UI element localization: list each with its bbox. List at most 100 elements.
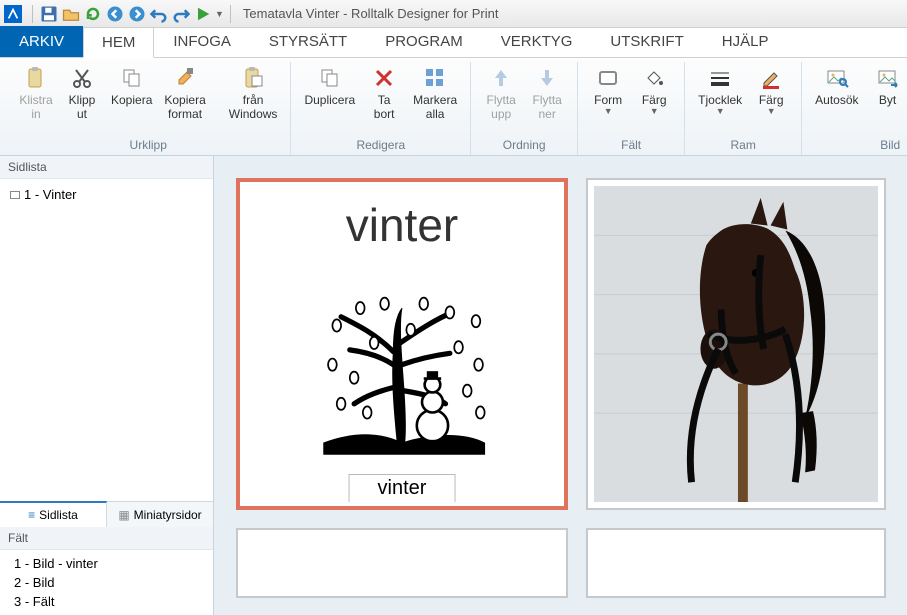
- arrow-up-icon: [488, 65, 514, 91]
- autosearch-button[interactable]: Autosök: [810, 62, 863, 111]
- duplicate-button[interactable]: Duplicera: [299, 62, 360, 111]
- search-image-icon: [824, 65, 850, 91]
- group-frame-label: Ram: [693, 136, 793, 155]
- tab-program[interactable]: PROGRAM: [366, 26, 482, 57]
- card-vinter[interactable]: vinter: [236, 178, 568, 510]
- copy-format-button[interactable]: Kopiera format: [159, 62, 210, 125]
- tab-sidelist[interactable]: ≡ Sidlista: [0, 501, 107, 527]
- page-item-label: 1 - Vinter: [24, 187, 77, 202]
- auto-label: Autosök: [815, 94, 858, 108]
- selectall-icon: [422, 65, 448, 91]
- tab-control[interactable]: STYRSÄTT: [250, 26, 366, 57]
- delete-icon: [371, 65, 397, 91]
- copy-button[interactable]: Kopiera: [106, 62, 157, 111]
- copyfmt-label: Kopiera: [164, 94, 205, 108]
- card-empty-2[interactable]: [586, 528, 886, 598]
- window-title: Tematavla Vinter - Rolltalk Designer for…: [243, 6, 499, 21]
- tab-file[interactable]: ARKIV: [0, 26, 83, 57]
- redo-icon[interactable]: [171, 4, 191, 24]
- up-label: Flytta: [486, 94, 515, 108]
- field-item-label: 1 - Bild - vinter: [14, 556, 98, 571]
- play-icon[interactable]: [193, 4, 213, 24]
- tab-insert[interactable]: INFOGA: [154, 26, 250, 57]
- cut-button[interactable]: Klipp ut: [60, 62, 104, 125]
- undo-icon[interactable]: [149, 4, 169, 24]
- delete-button[interactable]: Ta bort: [362, 62, 406, 125]
- sidelist-header: Sidlista: [0, 156, 213, 179]
- canvas[interactable]: vinter: [214, 156, 907, 615]
- forward-icon[interactable]: [127, 4, 147, 24]
- arrow-down-icon: [534, 65, 560, 91]
- page-item-1[interactable]: 1 - Vinter: [6, 185, 207, 204]
- dup-label: Duplicera: [304, 94, 355, 108]
- grid-icon: ▦: [118, 508, 129, 522]
- del-label: Ta: [378, 94, 391, 108]
- save-icon[interactable]: [39, 4, 59, 24]
- fields-header: Fält: [0, 527, 213, 550]
- select-all-button[interactable]: Markera alla: [408, 62, 462, 125]
- refresh-icon[interactable]: [83, 4, 103, 24]
- pencil-color-icon: [758, 65, 784, 91]
- brush-icon: [172, 65, 198, 91]
- move-up-button[interactable]: Flytta upp: [479, 62, 523, 125]
- page-tree[interactable]: 1 - Vinter: [0, 179, 213, 501]
- tab-thumbs-label: Miniatyrsidor: [134, 508, 202, 522]
- duplicate-icon: [317, 65, 343, 91]
- tab-help[interactable]: HJÄLP: [703, 26, 788, 57]
- hobby-horse-photo: [594, 186, 878, 502]
- from-windows-button[interactable]: från Windows: [224, 62, 283, 125]
- cut-label: Klipp: [69, 94, 96, 108]
- group-field-label: Fält: [586, 136, 676, 155]
- card-empty-1[interactable]: [236, 528, 568, 598]
- swap-image-icon: [875, 65, 901, 91]
- swap-button[interactable]: Byt: [866, 62, 907, 111]
- selall-label: Markera: [413, 94, 457, 108]
- down-label: Flytta: [532, 94, 561, 108]
- titlebar: ▼ Tematavla Vinter - Rolltalk Designer f…: [0, 0, 907, 28]
- paste-icon: [23, 65, 49, 91]
- tab-print[interactable]: UTSKRIFT: [591, 26, 702, 57]
- group-field: Form ▼ Färg ▼ Fält: [578, 62, 685, 155]
- field-item-2[interactable]: 2 - Bild: [10, 573, 203, 592]
- move-down-button[interactable]: Flytta ner: [525, 62, 569, 125]
- group-clipboard-label: Urklipp: [14, 136, 282, 155]
- tab-sidelist-label: Sidlista: [39, 508, 78, 522]
- group-edit: Duplicera Ta bort Markera alla Redigera: [291, 62, 471, 155]
- paste-label: Klistra: [19, 94, 52, 108]
- list-icon: ≡: [28, 508, 35, 522]
- page-icon: [10, 191, 20, 199]
- group-clipboard: Klistra in Klipp ut Kopiera Kopiera form…: [6, 62, 291, 155]
- fill-icon: [641, 65, 667, 91]
- group-order-label: Ordning: [479, 136, 569, 155]
- tab-thumbnails[interactable]: ▦ Miniatyrsidor: [107, 502, 213, 527]
- paste-button[interactable]: Klistra in: [14, 62, 58, 125]
- swap-label: Byt: [879, 94, 896, 108]
- card-horse-photo[interactable]: [586, 178, 886, 510]
- main-area: Sidlista 1 - Vinter ≡ Sidlista ▦ Miniaty…: [0, 156, 907, 615]
- field-item-1[interactable]: 1 - Bild - vinter: [10, 554, 203, 573]
- field-item-3[interactable]: 3 - Fält: [10, 592, 203, 611]
- card-title: vinter: [240, 198, 564, 252]
- group-edit-label: Redigera: [299, 136, 462, 155]
- fields-list[interactable]: 1 - Bild - vinter 2 - Bild 3 - Fält: [0, 550, 213, 615]
- thickness-button[interactable]: Tjocklek ▼: [693, 62, 747, 119]
- tab-home[interactable]: HEM: [83, 27, 154, 58]
- group-order: Flytta upp Flytta ner Ordning: [471, 62, 578, 155]
- ribbon-content: Klistra in Klipp ut Kopiera Kopiera form…: [0, 58, 907, 156]
- left-panel: Sidlista 1 - Vinter ≡ Sidlista ▦ Miniaty…: [0, 156, 214, 615]
- fromwin-label: från: [243, 94, 264, 108]
- open-icon[interactable]: [61, 4, 81, 24]
- group-frame: Tjocklek ▼ Färg ▼ Ram: [685, 62, 802, 155]
- card-label: vinter: [349, 474, 456, 502]
- tab-tools[interactable]: VERKTYG: [482, 26, 592, 57]
- leftpanel-tabs: ≡ Sidlista ▦ Miniatyrsidor: [0, 501, 213, 527]
- frame-color-button[interactable]: Färg ▼: [749, 62, 793, 119]
- shape-icon: [595, 65, 621, 91]
- group-image: Autosök Byt Redigera Bild: [802, 62, 907, 155]
- back-icon[interactable]: [105, 4, 125, 24]
- scissors-icon: [69, 65, 95, 91]
- field-item-label: 2 - Bild: [14, 575, 54, 590]
- field-color-button[interactable]: Färg ▼: [632, 62, 676, 119]
- shape-button[interactable]: Form ▼: [586, 62, 630, 119]
- group-image-label: Bild: [810, 136, 907, 155]
